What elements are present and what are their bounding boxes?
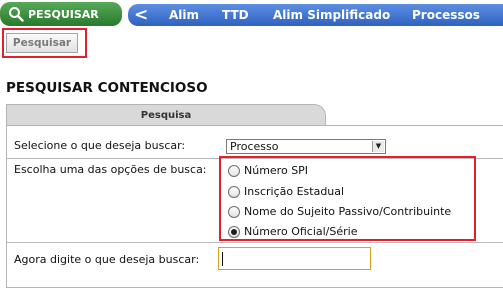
options-label: Escolha uma das opções de busca: <box>14 163 207 176</box>
chevron-down-icon[interactable]: ▼ <box>372 141 384 152</box>
nav-item-alim-simplificado[interactable]: Alim Simplificado <box>273 4 390 26</box>
row-divider <box>7 242 503 243</box>
text-caret <box>222 252 223 266</box>
back-arrow-button[interactable]: < <box>134 3 148 27</box>
nav-item-processos[interactable]: Processos <box>412 4 480 26</box>
radio-button-checked[interactable] <box>228 225 240 238</box>
select-value: Processo <box>230 140 279 153</box>
search-label: Agora digite o que deseja buscar: <box>14 253 200 266</box>
pesquisar-button[interactable]: Pesquisar <box>6 33 78 53</box>
magnifier-icon <box>9 7 24 22</box>
radio-option-numero-spi[interactable]: Número SPI <box>228 164 308 177</box>
radio-button[interactable] <box>228 185 240 198</box>
nav-item-alim[interactable]: Alim <box>169 4 199 26</box>
page-title: PESQUISAR CONTENCIOSO <box>6 80 208 96</box>
radio-label: Inscrição Estadual <box>244 185 345 198</box>
pesquisar-nav-button[interactable]: PESQUISAR <box>0 2 122 26</box>
pesquisar-nav-label: PESQUISAR <box>28 7 99 21</box>
radio-button[interactable] <box>228 205 240 218</box>
search-input[interactable] <box>218 247 371 270</box>
tab-pesquisa[interactable]: Pesquisa <box>6 104 326 126</box>
radio-button[interactable] <box>228 164 240 177</box>
radio-label: Nome do Sujeito Passivo/Contribuinte <box>244 205 452 218</box>
radio-option-numero-oficial-serie[interactable]: Número Oficial/Série <box>228 225 357 238</box>
select-label: Selecione o que deseja buscar: <box>14 139 186 152</box>
radio-option-inscricao-estadual[interactable]: Inscrição Estadual <box>228 185 344 198</box>
nav-item-ttd[interactable]: TTD <box>222 4 249 26</box>
search-type-select[interactable]: Processo ▼ <box>226 139 386 154</box>
radio-label: Número SPI <box>244 164 309 177</box>
radio-label: Número Oficial/Série <box>244 225 358 238</box>
radio-option-nome-sujeito-passivo[interactable]: Nome do Sujeito Passivo/Contribuinte <box>228 205 451 218</box>
